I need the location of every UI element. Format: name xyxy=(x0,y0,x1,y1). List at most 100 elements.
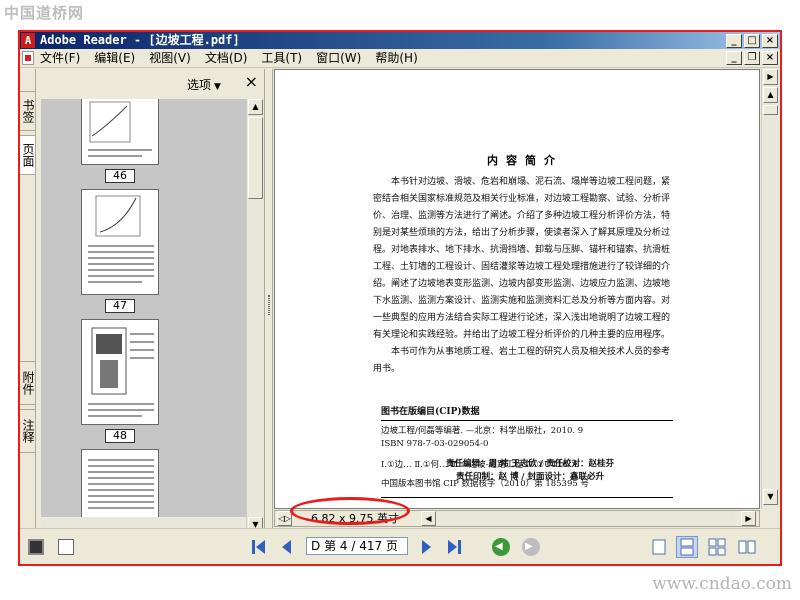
previous-page-icon xyxy=(282,540,291,554)
title-bar[interactable]: A Adobe Reader - [边坡工程.pdf] _ □ × xyxy=(20,32,780,49)
scroll-thumb[interactable] xyxy=(763,105,778,115)
page-thumbnail[interactable] xyxy=(81,99,159,165)
menu-document[interactable]: 文档(D) xyxy=(205,49,248,68)
thumbnail-content xyxy=(88,459,154,509)
maximize-button[interactable]: □ xyxy=(744,34,760,48)
tab-pages[interactable]: 页面 xyxy=(20,135,36,175)
credits-line: 责任印制：赵 博 / 封面设计：鑫联必升 xyxy=(456,472,604,482)
tab-bookmarks[interactable]: 书签 xyxy=(20,91,36,131)
page-field-highlight xyxy=(290,497,410,525)
back-arrow-icon: ◀ xyxy=(495,541,503,552)
fullscreen-icon[interactable] xyxy=(28,539,44,555)
page-size-toggle-icon[interactable]: ◁▷ xyxy=(277,511,292,526)
thumbnail-label: 47 xyxy=(105,299,135,313)
options-menu-button[interactable]: 选项 ▼ xyxy=(187,76,221,93)
menu-bar: 文件(F) 编辑(E) 视图(V) 文档(D) 工具(T) 窗口(W) 帮助(H… xyxy=(20,49,780,68)
scroll-thumb[interactable] xyxy=(248,117,263,199)
continuous-facing-icon xyxy=(708,538,726,556)
doc-minimize-button[interactable]: _ xyxy=(726,51,742,65)
single-page-button[interactable] xyxy=(648,536,670,558)
panel-splitter[interactable] xyxy=(266,69,273,542)
cip-line: 边坡工程/何磊等编著. —北京：科学出版社，2010. 9 xyxy=(381,426,584,436)
watermark-top: 中国道桥网 xyxy=(4,4,85,22)
doc-close-button[interactable]: × xyxy=(762,51,778,65)
navigation-tabs: 书签 页面 附件 注释 xyxy=(20,69,36,542)
next-page-icon xyxy=(422,540,431,554)
menu-tools[interactable]: 工具(T) xyxy=(261,49,302,68)
thumbnail-content xyxy=(88,327,154,417)
first-page-icon xyxy=(252,540,255,554)
previous-view-button[interactable]: ◀ xyxy=(492,538,510,556)
continuous-facing-button[interactable] xyxy=(706,536,728,558)
credits-line: 责任编辑：周 炜 王志欣 / 责任校对：赵桂芬 xyxy=(446,459,614,469)
thumbnail-content xyxy=(88,101,152,157)
menu-help[interactable]: 帮助(H) xyxy=(375,49,417,68)
menu-file[interactable]: 文件(F) xyxy=(40,49,80,68)
scroll-right-arrow-icon[interactable]: ▶ xyxy=(763,69,778,85)
thumbnail-label: 46 xyxy=(105,169,135,183)
previous-page-button[interactable] xyxy=(278,539,296,555)
tab-attachments[interactable]: 附件 xyxy=(20,361,36,405)
scroll-left-icon[interactable]: ◀ xyxy=(421,511,436,526)
options-label: 选项 xyxy=(187,78,212,92)
close-panel-icon[interactable]: × xyxy=(245,73,258,91)
facing-icon xyxy=(738,540,756,554)
page-thumbnail[interactable] xyxy=(81,449,159,517)
page-number-field[interactable]: D 第 4 / 417 页 xyxy=(306,537,408,555)
last-page-icon xyxy=(448,540,457,554)
pdf-doc-icon[interactable] xyxy=(22,51,34,65)
doc-restore-button[interactable]: ❐ xyxy=(744,51,760,65)
scroll-up-icon[interactable]: ▲ xyxy=(248,99,263,115)
last-page-button[interactable] xyxy=(446,539,464,555)
screenshot: 中国道桥网 A Adobe Reader - [边坡工程.pdf] _ □ × … xyxy=(0,0,800,600)
page-body: 本书针对边坡、滑坡、危岩和崩塌、泥石流、塌岸等边坡工程问题，紧密结合相关国家标准… xyxy=(373,174,675,378)
horizontal-scroll-track[interactable] xyxy=(438,511,735,526)
page-thumbnail[interactable] xyxy=(81,319,159,425)
cip-line: ISBN 978-7-03-029054-0 xyxy=(381,439,489,449)
pages-panel-header: 选项 ▼ × xyxy=(37,69,264,97)
splitter-grip-icon xyxy=(268,295,270,315)
document-icon[interactable] xyxy=(58,539,74,555)
document-view[interactable]: 内容简介 本书针对边坡、滑坡、危岩和崩塌、泥石流、塌岸等边坡工程问题，紧密结合相… xyxy=(274,69,760,509)
continuous-page-button[interactable] xyxy=(676,536,698,558)
minimize-button[interactable]: _ xyxy=(726,34,742,48)
menu-view[interactable]: 视图(V) xyxy=(149,49,191,68)
menu-edit[interactable]: 编辑(E) xyxy=(94,49,135,68)
page-heading: 内容简介 xyxy=(487,154,563,167)
scroll-right-icon[interactable]: ▶ xyxy=(741,511,756,526)
first-page-button[interactable] xyxy=(250,539,268,555)
thumbnail-label: 48 xyxy=(105,429,135,443)
page-thumbnail[interactable] xyxy=(81,189,159,295)
bottom-toolbar: D 第 4 / 417 页 ◀ ▶ xyxy=(20,528,780,564)
adobe-reader-window: A Adobe Reader - [边坡工程.pdf] _ □ × 文件(F) … xyxy=(18,30,782,566)
window-title: Adobe Reader - [边坡工程.pdf] xyxy=(40,33,240,47)
single-page-icon xyxy=(652,539,666,555)
pdf-page: 内容简介 本书针对边坡、滑坡、危岩和崩塌、泥石流、塌岸等边坡工程问题，紧密结合相… xyxy=(283,74,753,506)
scroll-down-icon[interactable]: ▼ xyxy=(763,489,778,505)
thumbnail-scrollbar[interactable]: ▲ ▼ xyxy=(246,99,264,535)
forward-arrow-icon: ▶ xyxy=(525,541,533,552)
adobe-reader-icon: A xyxy=(21,33,35,48)
scroll-up-icon[interactable]: ▲ xyxy=(763,87,778,103)
page-field-text: 第 4 / 417 页 xyxy=(324,539,398,553)
body-paragraph: 本书针对边坡、滑坡、危岩和崩塌、泥石流、塌岸等边坡工程问题，紧密结合相关国家标准… xyxy=(373,177,671,340)
next-page-button[interactable] xyxy=(418,539,436,555)
facing-button[interactable] xyxy=(736,536,758,558)
page-field-prefix: D xyxy=(311,539,321,553)
next-view-button[interactable]: ▶ xyxy=(522,538,540,556)
pages-panel: 选项 ▼ × 46 47 48 ▲ ▼ xyxy=(37,69,265,542)
cip-title: 图书在版编目(CIP)数据 xyxy=(381,404,673,421)
continuous-page-icon xyxy=(680,538,694,556)
cip-block: 图书在版编目(CIP)数据 边坡工程/何磊等编著. —北京：科学出版社，2010… xyxy=(381,404,673,501)
chevron-down-icon: ▼ xyxy=(214,82,221,92)
thumbnail-content xyxy=(88,195,154,283)
credits-block: 责任编辑：周 炜 王志欣 / 责任校对：赵桂芬 责任印制：赵 博 / 封面设计：… xyxy=(395,458,665,484)
document-scrollbar[interactable]: ▶ ▲ ▼ xyxy=(761,69,780,509)
tab-comments[interactable]: 注释 xyxy=(20,409,36,453)
document-window-controls: _ ❐ × xyxy=(726,51,778,65)
body-paragraph: 本书可作为从事地质工程、岩土工程的研究人员及相关技术人员的参考用书。 xyxy=(373,347,671,374)
cip-rule xyxy=(381,497,673,498)
window-controls: _ □ × xyxy=(726,34,778,48)
menu-window[interactable]: 窗口(W) xyxy=(316,49,361,68)
close-button[interactable]: × xyxy=(762,34,778,48)
